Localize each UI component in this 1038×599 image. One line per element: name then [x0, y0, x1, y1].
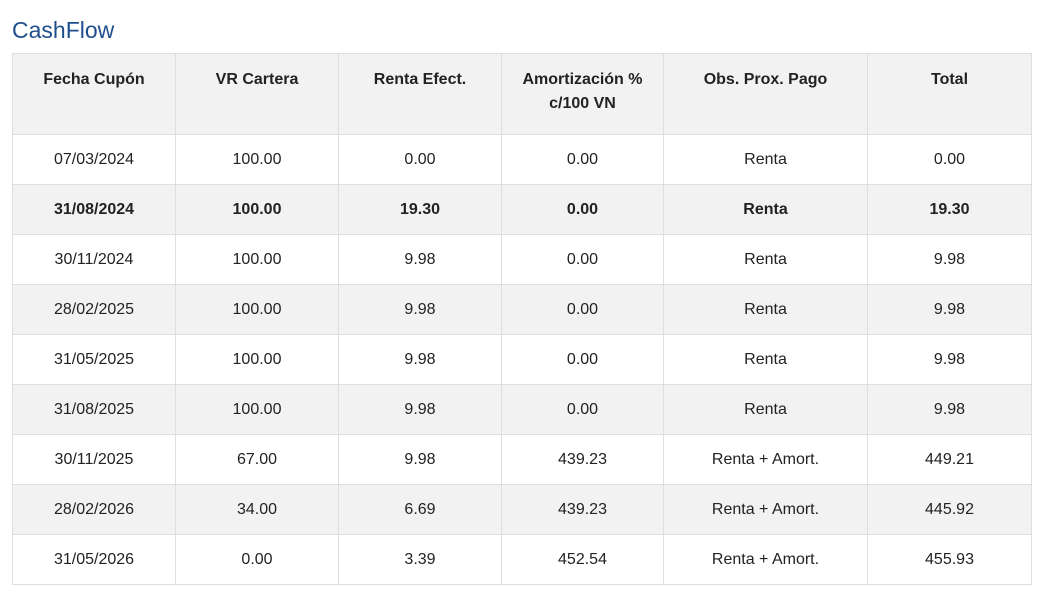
- cell-fecha-cupon: 28/02/2026: [12, 484, 176, 535]
- table-row: 28/02/2025 100.00 9.98 0.00 Renta 9.98: [12, 284, 1032, 335]
- cell-fecha-cupon: 31/08/2025: [12, 384, 176, 435]
- cell-total: 19.30: [867, 184, 1032, 235]
- cell-vr-cartera: 67.00: [175, 434, 339, 485]
- cell-amortizacion: 452.54: [501, 534, 664, 585]
- cell-vr-cartera: 100.00: [175, 184, 339, 235]
- cell-total: 9.98: [867, 334, 1032, 385]
- table-row: 31/08/2024 100.00 19.30 0.00 Renta 19.30: [12, 184, 1032, 235]
- header-fecha-cupon: Fecha Cupón: [12, 53, 176, 135]
- cell-vr-cartera: 100.00: [175, 384, 339, 435]
- cell-obs-prox-pago: Renta: [663, 384, 868, 435]
- cell-obs-prox-pago: Renta: [663, 184, 868, 235]
- cell-amortizacion: 0.00: [501, 384, 664, 435]
- cell-total: 9.98: [867, 234, 1032, 285]
- cell-vr-cartera: 100.00: [175, 334, 339, 385]
- cell-vr-cartera: 0.00: [175, 534, 339, 585]
- page-title: CashFlow: [12, 17, 115, 43]
- cell-amortizacion: 0.00: [501, 234, 664, 285]
- cell-total: 0.00: [867, 134, 1032, 185]
- table-row: 07/03/2024 100.00 0.00 0.00 Renta 0.00: [12, 134, 1032, 185]
- cell-vr-cartera: 100.00: [175, 134, 339, 185]
- table-row: 31/05/2025 100.00 9.98 0.00 Renta 9.98: [12, 334, 1032, 385]
- cell-renta-efect: 9.98: [338, 334, 502, 385]
- table-row: 31/08/2025 100.00 9.98 0.00 Renta 9.98: [12, 384, 1032, 435]
- cell-vr-cartera: 100.00: [175, 234, 339, 285]
- cell-amortizacion: 439.23: [501, 434, 664, 485]
- cell-fecha-cupon: 07/03/2024: [12, 134, 176, 185]
- cashflow-table-header: Fecha Cupón VR Cartera Renta Efect. Amor…: [12, 53, 1032, 135]
- cell-amortizacion: 0.00: [501, 334, 664, 385]
- cell-obs-prox-pago: Renta + Amort.: [663, 484, 868, 535]
- header-row: Fecha Cupón VR Cartera Renta Efect. Amor…: [12, 53, 1032, 135]
- table-row: 30/11/2024 100.00 9.98 0.00 Renta 9.98: [12, 234, 1032, 285]
- header-obs-prox-pago: Obs. Prox. Pago: [663, 53, 868, 135]
- cell-amortizacion: 439.23: [501, 484, 664, 535]
- cell-total: 9.98: [867, 284, 1032, 335]
- cell-renta-efect: 6.69: [338, 484, 502, 535]
- cell-amortizacion: 0.00: [501, 184, 664, 235]
- table-row: 28/02/2026 34.00 6.69 439.23 Renta + Amort. 4…: [12, 484, 1032, 535]
- cell-renta-efect: 9.98: [338, 434, 502, 485]
- cell-obs-prox-pago: Renta: [663, 234, 868, 285]
- cashflow-table-body: 07/03/2024 100.00 0.00 0.00 Renta 0.00 31/08/2…: [12, 134, 1032, 585]
- cell-amortizacion: 0.00: [501, 284, 664, 335]
- header-amortizacion: Amortización % c/100 VN: [501, 53, 664, 135]
- cell-obs-prox-pago: Renta + Amort.: [663, 434, 868, 485]
- header-total: Total: [867, 53, 1032, 135]
- cashflow-table: Fecha Cupón VR Cartera Renta Efect. Amor…: [12, 53, 1032, 585]
- cell-renta-efect: 9.98: [338, 234, 502, 285]
- cell-renta-efect: 19.30: [338, 184, 502, 235]
- cell-obs-prox-pago: Renta: [663, 284, 868, 335]
- cell-obs-prox-pago: Renta + Amort.: [663, 534, 868, 585]
- cell-obs-prox-pago: Renta: [663, 334, 868, 385]
- cell-fecha-cupon: 30/11/2024: [12, 234, 176, 285]
- cell-total: 449.21: [867, 434, 1032, 485]
- cell-amortizacion: 0.00: [501, 134, 664, 185]
- cell-vr-cartera: 100.00: [175, 284, 339, 335]
- header-vr-cartera: VR Cartera: [175, 53, 339, 135]
- cell-fecha-cupon: 28/02/2025: [12, 284, 176, 335]
- cell-obs-prox-pago: Renta: [663, 134, 868, 185]
- cell-renta-efect: 9.98: [338, 384, 502, 435]
- cashflow-page: CashFlow Fecha Cupón VR Cartera Renta Ef…: [0, 0, 1038, 599]
- cell-fecha-cupon: 31/05/2026: [12, 534, 176, 585]
- table-row: 31/05/2026 0.00 3.39 452.54 Renta + Amort. 45…: [12, 534, 1032, 585]
- cell-renta-efect: 9.98: [338, 284, 502, 335]
- cell-total: 445.92: [867, 484, 1032, 535]
- cell-fecha-cupon: 31/05/2025: [12, 334, 176, 385]
- cell-vr-cartera: 34.00: [175, 484, 339, 535]
- cell-renta-efect: 3.39: [338, 534, 502, 585]
- cell-fecha-cupon: 31/08/2024: [12, 184, 176, 235]
- cell-total: 455.93: [867, 534, 1032, 585]
- cell-total: 9.98: [867, 384, 1032, 435]
- cell-fecha-cupon: 30/11/2025: [12, 434, 176, 485]
- cell-renta-efect: 0.00: [338, 134, 502, 185]
- table-row: 30/11/2025 67.00 9.98 439.23 Renta + Amort. 4…: [12, 434, 1032, 485]
- header-renta-efect: Renta Efect.: [338, 53, 502, 135]
